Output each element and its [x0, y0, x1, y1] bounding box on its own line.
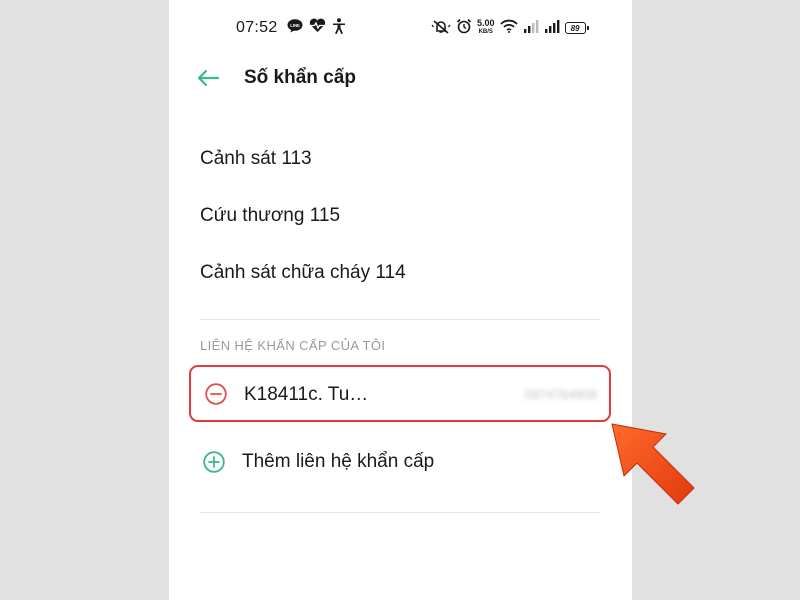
status-time: 07:52: [236, 19, 278, 36]
section-label-my-contacts: LIÊN HỆ KHẨN CẤP CỦA TÔI: [200, 338, 386, 353]
emergency-number-fire[interactable]: Cảnh sát chữa cháy 114: [200, 262, 406, 284]
vibrate-silent-icon: [431, 18, 451, 39]
app-header: Số khẩn cấp: [169, 56, 632, 100]
emergency-number-ambulance[interactable]: Cứu thương 115: [200, 205, 340, 227]
heart-pulse-icon: [309, 18, 326, 38]
contact-name: K18411c. Tu…: [244, 384, 369, 405]
back-arrow-icon: [197, 69, 220, 87]
divider: [200, 319, 600, 320]
status-right-icons: 5.00 KB/S 89: [431, 17, 589, 39]
pointer-arrow-icon: [611, 423, 695, 505]
battery-level: 89: [570, 23, 580, 33]
signal-icon-2: [544, 19, 560, 38]
screenshot-frame: 07:52 LINE 5.00 KB/S 89 Số khẩn cấp Cảnh…: [0, 0, 800, 600]
status-bar: 07:52 LINE 5.00 KB/S 89: [169, 0, 632, 56]
battery-icon: 89: [564, 22, 589, 34]
line-icon: LINE: [287, 18, 303, 38]
contact-phone: 0974764908: [524, 387, 597, 402]
contact-row-highlighted[interactable]: K18411c. Tu… 0974764908: [189, 365, 611, 422]
alarm-icon: [456, 18, 472, 39]
divider: [200, 512, 600, 513]
svg-text:LINE: LINE: [290, 23, 300, 28]
emergency-number-police[interactable]: Cảnh sát 113: [200, 148, 312, 170]
phone-screen: 07:52 LINE 5.00 KB/S 89 Số khẩn cấp Cảnh…: [169, 0, 632, 600]
accessibility-icon: [332, 17, 346, 39]
net-speed-value: 5.00: [477, 18, 495, 28]
net-speed-unit: KB/S: [478, 29, 493, 35]
wifi-icon: [499, 19, 518, 38]
remove-circle-icon[interactable]: [205, 383, 227, 405]
add-emergency-contact-label: Thêm liên hệ khẩn cấp: [242, 451, 435, 472]
add-emergency-contact-button[interactable]: Thêm liên hệ khẩn cấp: [203, 449, 434, 475]
page-title: Số khẩn cấp: [244, 67, 356, 88]
signal-icon: [523, 19, 539, 38]
status-left-icons: LINE: [287, 17, 346, 39]
add-circle-icon: [203, 451, 225, 473]
net-speed: 5.00 KB/S: [477, 19, 495, 37]
back-button[interactable]: [194, 65, 222, 91]
